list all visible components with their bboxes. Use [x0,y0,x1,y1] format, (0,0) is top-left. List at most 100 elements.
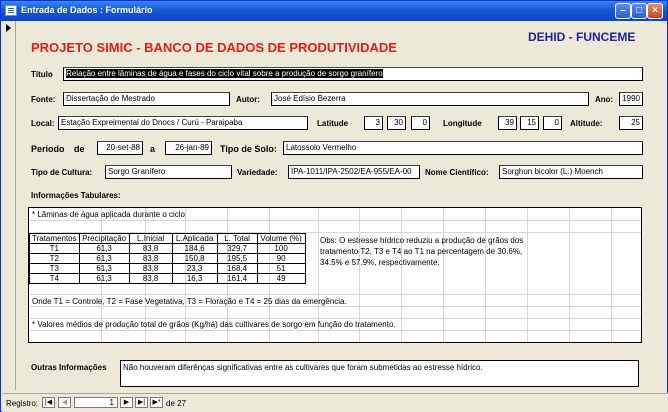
cultura-label: Tipo de Cultura: [31,168,93,177]
ano-field[interactable]: 1990 [619,92,643,106]
latitude-min-field[interactable]: 30 [387,116,406,130]
info-tabulares-label: Informações Tabulares: [31,191,121,200]
close-button[interactable]: × [647,3,663,19]
cultura-field[interactable]: Sorgo Granífero [105,165,232,179]
maximize-button[interactable]: □ [631,3,647,19]
variedade-field[interactable]: IPA-1011/IPA-2502/EA-955/EA-00 [288,165,420,179]
table-cell: 161,4 [216,273,258,284]
periodo-start-field[interactable]: 20-set-88 [97,141,143,155]
table-row: T3 61,3 83,8 23,3 168,4 51 [29,263,306,274]
table-header-row: Tratamentos Precipitação L.Inicial L.Apl… [29,233,306,244]
table-cell: T1 [29,243,80,254]
table-cell: 83,8 [128,253,173,264]
next-record-button[interactable]: ▶ [120,397,133,408]
table-cell: 83,8 [128,243,173,254]
record-selector[interactable] [2,21,16,390]
cientifico-field[interactable]: Sorghun bicolor (L.) Moench [499,165,643,179]
table-cell: 61,3 [78,273,130,284]
table-header-cell: L. Total [216,233,258,244]
longitude-min-field[interactable]: 15 [520,116,539,130]
fonte-label: Fonte: [31,95,56,104]
table-cell: 61,3 [78,263,130,274]
altitude-field[interactable]: 25 [619,116,643,130]
obs-line: 34.5% e 57.9%, respectivamente. [320,258,440,267]
table-cell: T2 [29,253,80,264]
form-window: Entrada de Dados : Formulário – □ × PROJ… [0,0,668,412]
title-bar[interactable]: Entrada de Dados : Formulário – □ × [1,1,667,21]
variedade-label: Variedade: [237,168,278,177]
obs-line: tratamento T2, T3 e T4 ao T1 na percenta… [320,247,523,256]
longitude-deg-field[interactable]: 39 [498,116,517,130]
new-record-button[interactable]: ▶* [150,397,163,408]
table-header-cell: L.Aplicada [171,233,218,244]
local-label: Local: [31,119,55,128]
treatment-legend: Onde T1 = Controle, T2 = Fase Vegetativa… [32,297,347,306]
outras-field[interactable]: Não houveram diferênças significativas e… [120,360,639,387]
last-record-button[interactable]: ▶| [135,397,148,408]
table-cell: 49 [256,273,306,284]
table-row: T2 61,3 83,8 150,8 195,5 90 [29,253,306,264]
autor-field[interactable]: José Edísio Bezerra [271,92,589,106]
latitude-sec-field[interactable]: 0 [411,116,430,130]
titulo-field[interactable]: Relação entre lâminas de água e fases do… [63,67,643,81]
page-title: PROJETO SIMIC - BANCO DE DADOS DE PRODUT… [31,40,397,55]
current-record-field[interactable]: 1 [74,397,118,408]
water-depth-table: Tratamentos Precipitação L.Inicial L.Apl… [29,233,306,284]
table-cell: 61,3 [78,253,130,264]
outras-label: Outras Informações [31,363,107,372]
table-cell: 100 [256,243,306,254]
fonte-field[interactable]: Dissertação de Mestrado [63,92,230,106]
table-header-cell: Volume (%) [256,233,306,244]
ano-label: Ano: [595,95,614,104]
table-caption: * Lâminas de água aplicada durante o cic… [32,210,185,219]
table-cell: 83,8 [128,263,173,274]
table-cell: T3 [29,263,80,274]
table-cell: 90 [256,253,306,264]
cientifico-label: Nome Científico: [425,168,489,177]
table-cell: 16,3 [171,273,218,284]
table-header-cell: L.Inicial [128,233,173,244]
table-cell: 329,7 [216,243,258,254]
latitude-label: Latitude [317,119,349,128]
table-row: T4 61,3 83,8 16,3 161,4 49 [29,273,306,284]
current-record-arrow-icon [6,24,11,32]
first-record-button[interactable]: |◀ [42,397,55,408]
periodo-end-field[interactable]: 26-jan-89 [165,141,212,155]
record-count: de 27 [166,399,187,408]
titulo-label: Título [31,70,53,79]
altitude-label: Altitude: [570,119,603,128]
table-footnote: * Valores médios de produção total de gr… [32,320,396,329]
autor-label: Autor: [236,95,260,104]
periodo-de-label: de [74,144,85,154]
previous-record-button[interactable]: ◀ [58,397,71,408]
longitude-sec-field[interactable]: 0 [543,116,562,130]
record-label: Registro: [6,399,39,408]
local-field[interactable]: Estação Expreimental do Dnocs / Curú - P… [58,116,308,130]
table-cell: T4 [29,273,80,284]
titulo-value: Relação entre lâminas de água e fases do… [66,69,383,78]
form-icon [5,5,17,16]
table-cell: 168,4 [216,263,258,274]
periodo-a-label: a [150,144,156,154]
table-cell: 51 [256,263,306,274]
window-title: Entrada de Dados : Formulário [21,5,153,15]
obs-line: Obs: O estresse hídrico reduziu a produç… [320,236,524,245]
table-cell: 150,8 [171,253,218,264]
table-cell: 61,3 [78,243,130,254]
table-row: T1 61,3 83,8 184,6 329,7 100 [29,243,306,254]
table-cell: 83,8 [128,273,173,284]
solo-label: Tipo de Solo: [220,144,277,154]
minimize-button[interactable]: – [615,3,631,19]
table-header-cell: Tratamentos [29,233,80,244]
latitude-deg-field[interactable]: 3 [364,116,383,130]
table-cell: 184,6 [171,243,218,254]
tabular-info-sheet[interactable]: * Lâminas de água aplicada durante o cic… [28,207,642,343]
organization-label: DEHID - FUNCEME [528,30,636,44]
table-header-cell: Precipitação [78,233,130,244]
solo-field[interactable]: Latossolo Vermelho [283,141,643,155]
longitude-label: Longitude [443,119,482,128]
record-navigation-bar: Registro: |◀ ◀ 1 ▶ ▶| ▶* de 27 [2,393,668,412]
table-cell: 195,5 [216,253,258,264]
periodo-label: Período [31,144,65,154]
table-cell: 23,3 [171,263,218,274]
